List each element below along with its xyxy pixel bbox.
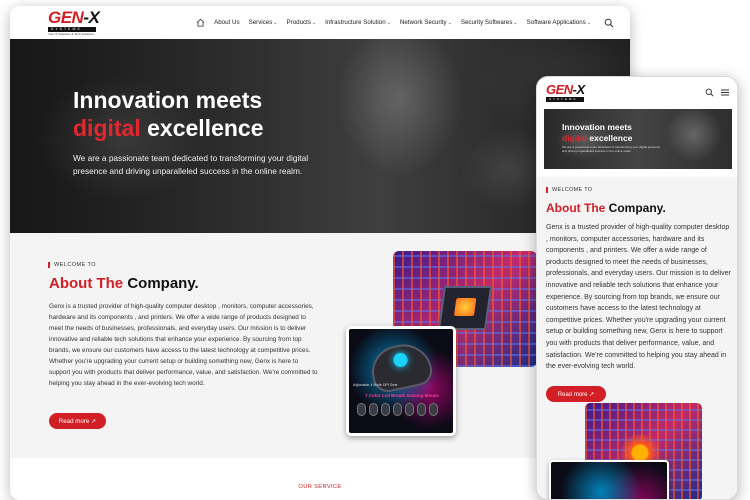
mouse-thumb [417,403,426,416]
about-eyebrow: WELCOME TO [48,262,96,268]
logo-tagline: Your IT Solutions & Tech Solutions [48,32,94,37]
mobile-about-paragraph: Genx is a trusted provider of high-quali… [546,224,731,371]
logo[interactable]: GEN-X SYSTEMS Your IT Solutions & Tech S… [48,7,100,37]
about-paragraph: Genx is a trusted provider of high-quali… [49,303,318,388]
mobile-about-title: About The Company. [546,201,666,215]
mobile-nav-icons [705,88,730,97]
mobile-hero-banner: Innovation meets digital excellence We a… [544,109,732,169]
mobile-gaming-mouse-image [549,460,669,499]
home-icon[interactable] [196,18,205,27]
mobile-read-more-button[interactable]: Read more ↗ [546,386,606,402]
search-icon[interactable] [705,88,714,97]
mobile-hero-heading: Innovation meets digital excellence [562,122,633,143]
mouse-thumb [393,403,402,416]
search-icon[interactable] [604,18,614,28]
mobile-about-eyebrow: WELCOME TO [546,187,592,193]
nav-item-services[interactable]: Services ⌄ [249,19,278,26]
chevron-down-icon: ⌄ [386,19,391,26]
mouse-thumb [357,403,366,416]
mouse-variants [357,403,438,416]
mobile-logo[interactable]: GEN-X SYSTEMS [546,83,585,102]
chevron-down-icon: ⌄ [513,19,518,26]
processor-chip-graphic [437,286,493,330]
mobile-hero-content: Innovation meets digital excellence We a… [562,122,662,154]
hamburger-icon[interactable] [720,88,730,97]
main-menu: About Us Services ⌄ Products ⌄ Infrastruct… [196,18,614,28]
mobile-about-section: WELCOME TO About The Company. Genx is a … [537,177,737,499]
mouse-thumb [369,403,378,416]
nav-item-products[interactable]: Products ⌄ [287,19,317,26]
mobile-mockup: GEN-X SYSTEMS Innovation meets digital e… [536,76,738,500]
mouse-caption: 7 Color Led Breath Gaming Mouse [365,393,439,398]
nav-item-infrastructure[interactable]: Infrastructure Solution ⌄ [325,19,391,26]
logo-subtitle: SYSTEMS [546,96,584,102]
mobile-hero-paragraph: We are a passionate team dedicated to tr… [562,145,661,154]
logo-wordmark: GEN-X [546,81,585,97]
read-more-button[interactable]: Read more ↗ [49,413,106,429]
about-title: About The Company. [49,275,199,292]
chevron-down-icon: ⌄ [586,19,591,26]
mouse-thumb [429,403,438,416]
nav-item-about[interactable]: About Us [214,19,239,26]
chevron-down-icon: ⌄ [311,19,317,26]
mouse-dpi-text: Adjustable 4 Mode DPI Gear [353,383,398,387]
hero-paragraph: We are a passionate team dedicated to tr… [73,153,309,176]
hero-heading: Innovation meets digital excellence [73,87,264,141]
nav-item-network-security[interactable]: Network Security ⌄ [400,19,452,26]
hero-content: Innovation meets digital excellence We a… [73,87,343,177]
chevron-down-icon: ⌄ [273,19,278,26]
nav-item-security-softwares[interactable]: Security Softwares ⌄ [461,19,518,26]
mouse-thumb [381,403,390,416]
gaming-mouse-image: Adjustable 4 Mode DPI Gear 7 Color Led B… [346,326,456,436]
logo-wordmark: GEN-X [48,7,100,27]
mouse-thumb [405,403,414,416]
navbar: GEN-X SYSTEMS Your IT Solutions & Tech S… [10,6,630,39]
nav-item-software-applications[interactable]: Software Applications ⌄ [527,19,591,26]
chevron-down-icon: ⌄ [447,19,452,26]
mobile-navbar: GEN-X SYSTEMS [537,77,737,107]
